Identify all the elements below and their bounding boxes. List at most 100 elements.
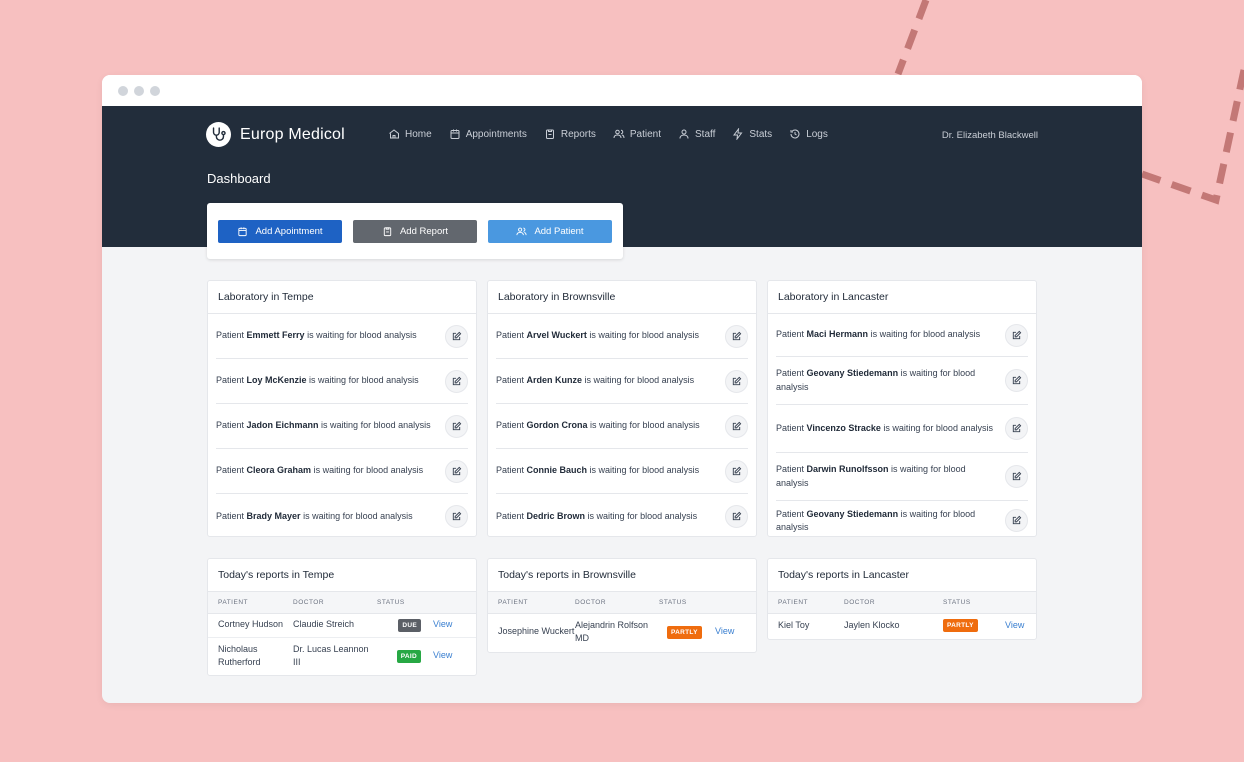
lab-row-text: Patient Brady Mayer is waiting for blood… xyxy=(216,510,413,521)
reports-table: PATIENT DOCTOR STATUS Kiel Toy Jaylen Kl… xyxy=(768,592,1036,637)
view-link[interactable]: View xyxy=(715,626,734,636)
table-header-row: PATIENT DOCTOR STATUS xyxy=(768,592,1036,614)
patient-name: Darwin Runolfsson xyxy=(806,464,889,475)
edit-icon xyxy=(1012,515,1022,525)
edit-button[interactable] xyxy=(725,505,748,528)
nav-label: Home xyxy=(405,128,432,140)
add-patient-button[interactable]: Add Patient xyxy=(488,219,612,243)
add-report-button[interactable]: Add Report xyxy=(353,219,477,243)
lab-row-text: Patient Darwin Runolfsson is waiting for… xyxy=(776,464,966,488)
table-header-row: PATIENT DOCTOR STATUS xyxy=(208,592,476,614)
view-link[interactable]: View xyxy=(433,619,452,629)
lab-list: Patient Emmett Ferry is waiting for bloo… xyxy=(208,314,476,536)
brand[interactable]: Europ Medicol xyxy=(206,122,345,147)
edit-button[interactable] xyxy=(1005,417,1028,440)
nav-item-appointments[interactable]: Appointments xyxy=(449,128,527,140)
user-menu[interactable]: Dr. Elizabeth Blackwell xyxy=(942,130,1038,141)
lab-card-brownsville: Laboratory in Brownsville Patient Arvel … xyxy=(487,280,757,537)
calendar-icon xyxy=(238,226,248,236)
status-badge: PARTLY xyxy=(667,625,702,639)
column-header: STATUS xyxy=(659,592,715,614)
edit-button[interactable] xyxy=(1005,323,1028,347)
status-cell: PARTLY xyxy=(659,613,715,650)
edit-button[interactable] xyxy=(725,459,748,483)
lab-row-text: Patient Emmett Ferry is waiting for bloo… xyxy=(216,330,417,341)
table-header-row: PATIENT DOCTOR STATUS xyxy=(488,592,756,614)
lab-card-title: Laboratory in Tempe xyxy=(208,281,476,314)
edit-icon xyxy=(452,376,462,385)
edit-button[interactable] xyxy=(1005,369,1028,392)
nav-item-stats[interactable]: Stats xyxy=(732,128,772,140)
patient-name: Arvel Wuckert xyxy=(526,330,587,341)
lab-row-text: Patient Jadon Eichmann is waiting for bl… xyxy=(216,420,431,431)
nav-label: Reports xyxy=(560,128,596,140)
patient-cell: Kiel Toy xyxy=(778,619,810,630)
edit-button[interactable] xyxy=(1005,465,1028,488)
lab-row: Patient Geovany Stiedemann is waiting fo… xyxy=(776,501,1028,536)
status-badge: DUE xyxy=(398,618,421,633)
column-header: PATIENT xyxy=(208,592,293,614)
window-dot[interactable] xyxy=(118,85,128,96)
clipboard-icon xyxy=(383,226,392,236)
column-header: DOCTOR xyxy=(575,592,659,614)
lab-row: Patient Connie Bauch is waiting for bloo… xyxy=(496,449,748,494)
view-link[interactable]: View xyxy=(433,650,452,660)
doctor-cell: Dr. Lucas Leannon III xyxy=(293,636,377,674)
lab-card-tempe: Laboratory in Tempe Patient Emmett Ferry… xyxy=(207,280,477,537)
patient-name: Vincenzo Stracke xyxy=(806,422,881,433)
lab-list: Patient Arvel Wuckert is waiting for blo… xyxy=(488,314,756,536)
edit-icon xyxy=(452,421,462,430)
patient-name: Geovany Stiedemann xyxy=(806,508,899,519)
lab-row: Patient Loy McKenzie is waiting for bloo… xyxy=(216,359,468,404)
patient-name: Brady Mayer xyxy=(246,510,301,521)
lab-row: Patient Jadon Eichmann is waiting for bl… xyxy=(216,404,468,449)
patient-name: Arden Kunze xyxy=(526,375,583,386)
column-header: STATUS xyxy=(943,592,1005,614)
patient-cell: Cortney Hudson xyxy=(218,619,284,630)
window-dot[interactable] xyxy=(134,85,144,96)
edit-icon xyxy=(452,511,462,521)
lab-row-text: Patient Geovany Stiedemann is waiting fo… xyxy=(776,368,976,392)
reports-table: PATIENT DOCTOR STATUS Cortney Hudson Cla… xyxy=(208,592,476,674)
patient-cell: Josephine Wuckert xyxy=(498,626,575,637)
edit-button[interactable] xyxy=(445,505,468,528)
lab-list: Patient Maci Hermann is waiting for bloo… xyxy=(768,314,1036,536)
nav-item-logs[interactable]: Logs xyxy=(789,128,828,140)
edit-icon xyxy=(1012,423,1022,433)
window-titlebar xyxy=(102,75,1142,106)
edit-button[interactable] xyxy=(445,324,468,348)
edit-icon xyxy=(1012,330,1022,339)
doctor-cell: Claudie Streich xyxy=(293,619,355,630)
nav-item-home[interactable]: Home xyxy=(388,128,432,140)
edit-button[interactable] xyxy=(725,414,748,438)
status-cell: DUE xyxy=(377,613,433,637)
nav-item-staff[interactable]: Staff xyxy=(678,128,715,140)
window-dot[interactable] xyxy=(150,85,160,96)
nav-item-reports[interactable]: Reports xyxy=(544,128,596,140)
patient-name: Loy McKenzie xyxy=(246,375,307,386)
edit-button[interactable] xyxy=(445,369,468,393)
edit-button[interactable] xyxy=(725,369,748,393)
edit-button[interactable] xyxy=(445,459,468,483)
lab-row-text: Patient Arden Kunze is waiting for blood… xyxy=(496,375,695,386)
edit-button[interactable] xyxy=(1005,509,1028,532)
lab-row: Patient Dedric Brown is waiting for bloo… xyxy=(496,494,748,536)
view-link[interactable]: View xyxy=(1005,620,1024,630)
table-row: Kiel Toy Jaylen Klocko PARTLY View xyxy=(768,613,1036,637)
button-label: Add Patient xyxy=(534,225,584,237)
status-cell: PARTLY xyxy=(943,613,1005,637)
lab-card-title: Laboratory in Lancaster xyxy=(768,281,1036,314)
users-icon xyxy=(613,129,625,139)
lab-row-text: Patient Maci Hermann is waiting for bloo… xyxy=(776,329,981,340)
lab-row-text: Patient Cleora Graham is waiting for blo… xyxy=(216,465,424,476)
clipboard-icon xyxy=(545,129,554,139)
nav-item-patient[interactable]: Patient xyxy=(613,128,661,140)
page-title: Dashboard xyxy=(207,171,271,186)
button-label: Add Apointment xyxy=(255,225,323,237)
lab-row: Patient Maci Hermann is waiting for bloo… xyxy=(776,314,1028,357)
edit-button[interactable] xyxy=(725,324,748,348)
add-appointment-button[interactable]: Add Apointment xyxy=(218,219,342,243)
lab-row: Patient Darwin Runolfsson is waiting for… xyxy=(776,453,1028,501)
nav-label: Stats xyxy=(749,128,773,140)
edit-button[interactable] xyxy=(445,414,468,438)
